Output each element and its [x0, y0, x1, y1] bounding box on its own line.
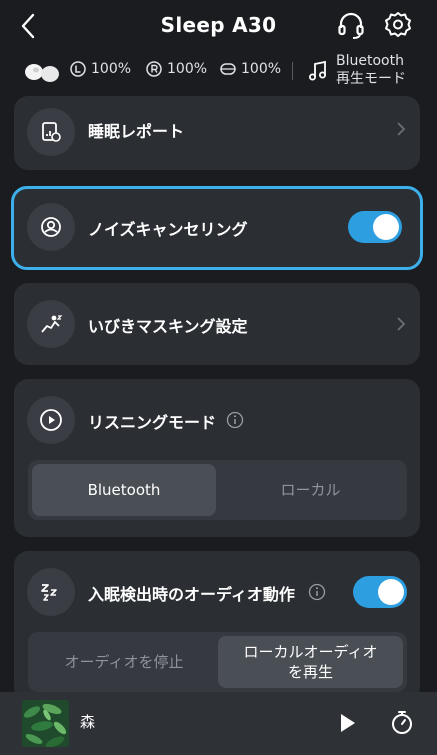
case-battery-value: 100%	[241, 61, 282, 77]
case-battery: 100%	[220, 61, 281, 77]
chevron-right-icon	[397, 317, 406, 331]
noise-cancelling-card[interactable]: ノイズキャンセリング	[11, 186, 423, 270]
sleep-detection-icon-wrap	[27, 568, 75, 616]
gear-icon	[385, 12, 411, 37]
playback-mode-line1: Bluetooth	[336, 53, 404, 69]
headset-button[interactable]	[336, 10, 366, 40]
sleep-detection-toggle[interactable]	[353, 576, 407, 608]
stop-audio-option[interactable]: オーディオを停止	[32, 636, 216, 688]
info-icon[interactable]	[226, 411, 244, 429]
left-battery: 100%	[70, 61, 131, 77]
play-circle-icon	[40, 409, 62, 431]
noise-cancelling-toggle[interactable]	[348, 211, 402, 243]
sleep-report-card[interactable]: 睡眠レポート	[14, 96, 420, 170]
noise-cancelling-icon	[41, 217, 61, 237]
status-divider	[292, 62, 293, 80]
snore-masking-card[interactable]: いびきマスキング設定	[14, 283, 420, 365]
right-earbud-icon	[146, 61, 162, 77]
charging-case-icon	[220, 63, 236, 75]
sleep-report-label: 睡眠レポート	[88, 122, 185, 141]
listening-mode-card: リスニングモード Bluetooth ローカル	[14, 379, 420, 537]
sleep-detection-selector: オーディオを停止 ローカルオーディオを再生	[28, 632, 407, 692]
sleep-report-icon-wrap	[27, 108, 75, 156]
info-icon[interactable]	[308, 583, 326, 601]
mini-player[interactable]: 森	[0, 692, 437, 755]
sleep-detection-label: 入眠検出時のオーディオ動作	[88, 585, 295, 604]
settings-button[interactable]	[383, 10, 413, 40]
sleeping-person-icon	[41, 315, 63, 333]
left-earbud-icon	[70, 61, 86, 77]
sleep-timer-button[interactable]	[388, 708, 416, 736]
snore-masking-icon-wrap	[27, 300, 75, 348]
playback-mode[interactable]: Bluetooth 再生モード	[336, 52, 406, 88]
play-local-audio-option[interactable]: ローカルオーディオを再生	[218, 636, 403, 688]
play-button[interactable]	[334, 710, 360, 736]
report-icon	[42, 122, 61, 142]
track-title: 森	[80, 713, 96, 731]
listening-mode-label: リスニングモード	[88, 413, 217, 432]
sleep-detection-card: 入眠検出時のオーディオ動作 オーディオを停止 ローカルオーディオを再生	[14, 551, 420, 701]
right-battery-value: 100%	[167, 61, 208, 77]
snore-masking-label: いびきマスキング設定	[88, 317, 248, 336]
playback-mode-line2: 再生モード	[336, 71, 406, 87]
top-bar: Sleep A30	[0, 0, 437, 52]
headset-icon	[338, 12, 364, 39]
earbuds-icon	[25, 64, 59, 82]
forest-leaves-image	[22, 700, 69, 747]
zzz-icon	[41, 584, 57, 601]
device-status-bar: 100% 100% 100% Bluetooth 再生モード	[0, 52, 437, 90]
listening-mode-local[interactable]: ローカル	[218, 464, 403, 516]
album-art	[22, 700, 69, 747]
listening-mode-icon-wrap	[27, 396, 75, 444]
noise-cancelling-icon-wrap	[27, 203, 75, 251]
toggle-knob	[378, 579, 404, 605]
music-note-icon	[309, 60, 326, 81]
page-title: Sleep A30	[160, 13, 277, 37]
timer-icon	[392, 711, 412, 734]
right-battery: 100%	[146, 61, 207, 77]
left-battery-value: 100%	[91, 61, 132, 77]
toggle-knob	[373, 214, 399, 240]
listening-mode-selector: Bluetooth ローカル	[28, 460, 407, 520]
noise-cancelling-label: ノイズキャンセリング	[88, 220, 248, 239]
chevron-right-icon	[397, 122, 406, 136]
listening-mode-bluetooth[interactable]: Bluetooth	[32, 464, 216, 516]
play-icon	[341, 714, 355, 732]
